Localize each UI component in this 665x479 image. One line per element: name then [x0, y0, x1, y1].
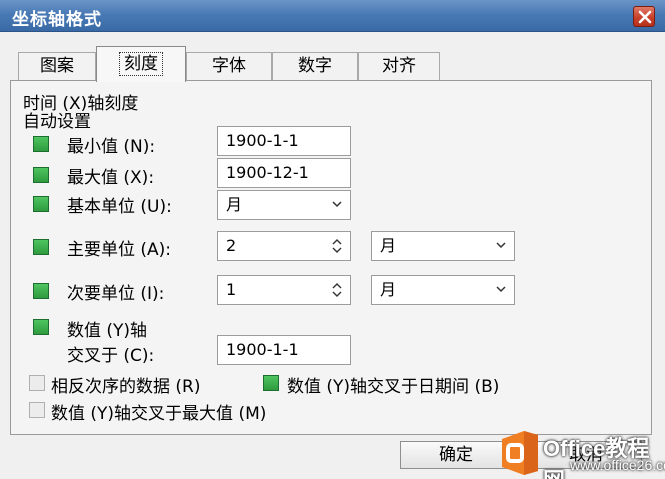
max-auto-checkbox[interactable]	[33, 167, 49, 183]
min-input[interactable]: 1900-1-1	[217, 126, 351, 156]
major-unit-stepper[interactable]: 2	[217, 231, 351, 261]
tab-scale[interactable]: 刻度	[96, 46, 186, 82]
min-auto-checkbox[interactable]	[33, 136, 49, 152]
window-title: 坐标轴格式	[12, 10, 102, 30]
watermark: Office教程网 www.office26.com	[498, 425, 665, 479]
major-unit-type-select[interactable]: 月	[371, 231, 515, 261]
reverse-order-checkbox[interactable]	[29, 375, 45, 391]
minor-unit-auto-checkbox[interactable]	[33, 283, 49, 299]
base-unit-auto-checkbox[interactable]	[33, 196, 49, 212]
cross-auto-checkbox[interactable]	[33, 319, 49, 335]
max-label: 最大值 (X):	[67, 168, 155, 188]
tab-strip: 图案 刻度 字体 数字 对齐	[0, 32, 665, 82]
tab-alignment[interactable]: 对齐	[358, 52, 440, 80]
major-unit-label: 主要单位 (A):	[67, 240, 172, 260]
chevron-down-icon	[496, 286, 506, 293]
minor-unit-stepper[interactable]: 1	[217, 275, 351, 305]
max-input[interactable]: 1900-12-1	[217, 158, 351, 188]
spin-arrows-icon[interactable]	[332, 283, 342, 297]
base-unit-select[interactable]: 月	[217, 190, 351, 220]
minor-unit-type-select[interactable]: 月	[371, 275, 515, 305]
chevron-down-icon	[332, 201, 342, 208]
cross-label-line2: 交叉于 (C):	[67, 346, 155, 366]
close-icon	[638, 10, 652, 24]
cross-at-max-label: 数值 (Y)轴交叉于最大值 (M)	[51, 404, 267, 424]
close-button[interactable]	[633, 6, 655, 27]
cross-between-dates-label: 数值 (Y)轴交叉于日期间 (B)	[287, 377, 500, 397]
ok-button[interactable]: 确定	[400, 441, 512, 469]
auto-settings-label: 自动设置	[23, 112, 91, 132]
cross-at-max-checkbox[interactable]	[29, 402, 45, 418]
scale-panel: 时间 (X)轴刻度 自动设置 最小值 (N): 1900-1-1 最大值 (X)…	[10, 80, 652, 435]
tab-font[interactable]: 字体	[186, 52, 272, 80]
spin-arrows-icon[interactable]	[332, 239, 342, 253]
tab-pattern[interactable]: 图案	[18, 52, 96, 80]
chevron-down-icon	[496, 242, 506, 249]
min-label: 最小值 (N):	[67, 137, 156, 157]
watermark-url: www.office26.com	[570, 457, 665, 473]
title-bar: 坐标轴格式	[0, 0, 665, 32]
major-unit-auto-checkbox[interactable]	[33, 239, 49, 255]
cross-between-dates-checkbox[interactable]	[263, 375, 279, 391]
base-unit-label: 基本单位 (U):	[67, 197, 172, 217]
tab-number[interactable]: 数字	[272, 52, 358, 80]
cross-label-line1: 数值 (Y)轴	[67, 321, 148, 341]
reverse-order-label: 相反次序的数据 (R)	[51, 377, 201, 397]
office-logo-icon	[502, 431, 538, 475]
cross-input[interactable]: 1900-1-1	[217, 335, 351, 365]
minor-unit-label: 次要单位 (I):	[67, 284, 165, 304]
